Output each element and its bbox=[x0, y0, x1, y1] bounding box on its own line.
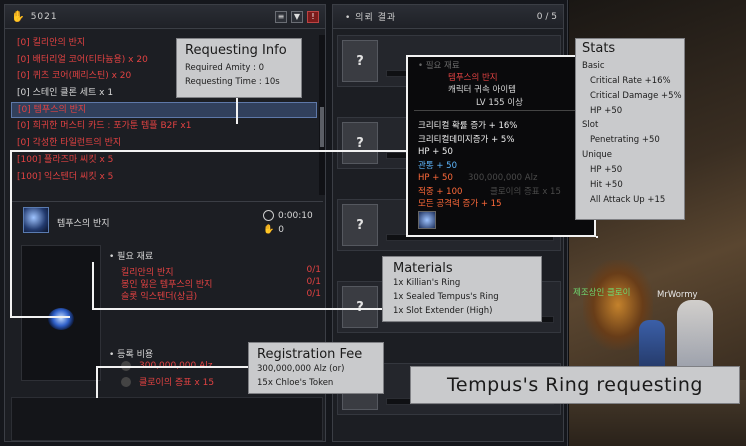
unknown-item-icon: ? bbox=[342, 204, 378, 246]
item-list-row[interactable]: [100] 플라즈마 씨킷 x 5 bbox=[11, 152, 317, 169]
register-bar[interactable] bbox=[11, 397, 323, 441]
requesting-info-amity: Required Amity : 0 bbox=[185, 63, 265, 73]
required-amity-value: 0 bbox=[278, 225, 284, 235]
requesting-info-time: Requesting Time : 10s bbox=[185, 77, 280, 87]
stats-line: Critical Rate +16% bbox=[590, 76, 671, 86]
connector-line bbox=[10, 150, 406, 152]
unknown-item-icon: ? bbox=[342, 40, 378, 82]
stats-line: Penetrating +50 bbox=[590, 135, 660, 145]
tooltip-unique-hp: HP + 50 bbox=[418, 173, 453, 183]
materials-callout: Materials 1x Killian's Ring 1x Sealed Te… bbox=[382, 256, 542, 322]
item-list-row[interactable]: [0] 템푸스의 반지 bbox=[11, 101, 317, 119]
tooltip-item-name: 템푸스의 반지 bbox=[448, 73, 498, 83]
item-list-scrollbar[interactable] bbox=[319, 35, 325, 195]
stats-callout: Stats Basic Critical Rate +16% Critical … bbox=[575, 38, 685, 220]
connector-line bbox=[92, 308, 382, 310]
stats-line: HP +50 bbox=[590, 165, 623, 175]
tooltip-stat-crit-rate: 크리티컬 확률 증가 + 16% bbox=[418, 121, 518, 131]
right-titlebar: • 의뢰 결과 0 / 5 bbox=[333, 5, 563, 29]
tooltip-slot-penetration: 관통 + 50 bbox=[418, 161, 457, 171]
connector-line bbox=[236, 96, 238, 124]
scrollbar-thumb[interactable] bbox=[320, 107, 324, 147]
requesting-info-title: Requesting Info bbox=[185, 43, 287, 58]
stats-line: Basic bbox=[582, 61, 605, 71]
materials-callout-title: Materials bbox=[393, 261, 453, 276]
results-title: • 의뢰 결과 bbox=[345, 13, 397, 23]
tooltip-faded-header: • 필요 재료 bbox=[418, 61, 460, 71]
requesting-info-callout: Requesting Info Required Amity : 0 Reque… bbox=[176, 38, 302, 98]
connector-line bbox=[596, 236, 598, 238]
materials-callout-line: 1x Sealed Tempus's Ring bbox=[393, 292, 499, 302]
materials-callout-line: 1x Killian's Ring bbox=[393, 278, 461, 288]
fee-line-token: 클로이의 증표 x 15 bbox=[121, 375, 214, 388]
handshake-icon: ✋ bbox=[263, 225, 275, 235]
tooltip-unique-attack: 모든 공격력 증가 + 15 bbox=[418, 199, 502, 209]
token-icon bbox=[121, 376, 131, 387]
tooltip-unique-hit: 적중 + 100 bbox=[418, 187, 463, 197]
connector-line bbox=[92, 262, 94, 310]
clock-icon bbox=[263, 210, 274, 221]
item-preview-box bbox=[21, 245, 101, 381]
title-banner: Tempus's Ring requesting bbox=[410, 366, 740, 404]
registration-fee-title: Registration Fee bbox=[257, 347, 363, 362]
stats-line: HP +50 bbox=[590, 106, 623, 116]
connector-line bbox=[404, 150, 406, 152]
unknown-item-icon: ? bbox=[342, 122, 378, 164]
item-list-row[interactable]: [100] 익스텐더 씨킷 x 5 bbox=[11, 169, 317, 186]
stats-line: Critical Damage +5% bbox=[590, 91, 682, 101]
ring-item-icon bbox=[23, 207, 49, 233]
stats-line: Slot bbox=[582, 120, 599, 130]
tooltip-faded-alz: 300,000,000 Alz bbox=[468, 173, 538, 183]
handshake-icon: ✋ bbox=[11, 10, 25, 23]
registration-fee-callout: Registration Fee 300,000,000 Alz (or) 15… bbox=[248, 342, 384, 394]
tooltip-bind-type: 캐릭터 귀속 아이템 bbox=[448, 85, 516, 95]
materials-title: • 필요 재료 bbox=[109, 252, 154, 262]
stats-line: Unique bbox=[582, 150, 612, 160]
materials-callout-line: 1x Slot Extender (High) bbox=[393, 306, 493, 316]
filter-button[interactable]: ▼ bbox=[291, 10, 303, 23]
tooltip-faded-token: 클로이의 증표 x 15 bbox=[490, 187, 561, 197]
npc-name: 제조상인 클로이 bbox=[573, 288, 631, 298]
connector-line bbox=[96, 366, 98, 398]
tooltip-stat-crit-dmg: 크리티컬데미지증가 + 5% bbox=[418, 135, 515, 145]
request-time-value: 0:00:10 bbox=[278, 210, 313, 221]
request-time: 0:00:10 bbox=[263, 210, 313, 221]
registration-fee-token: 15x Chloe's Token bbox=[257, 378, 334, 388]
connector-line bbox=[96, 366, 248, 368]
tooltip-level: LV 155 이상 bbox=[476, 98, 523, 108]
tooltip-ring-icon bbox=[418, 211, 436, 229]
results-count: 0 / 5 bbox=[536, 11, 557, 22]
stats-title: Stats bbox=[582, 41, 616, 56]
alert-button[interactable]: ! bbox=[307, 10, 319, 23]
left-titlebar: ✋ 5021 ≡ ▼ ! bbox=[5, 5, 325, 29]
connector-line bbox=[10, 150, 12, 318]
item-tooltip: • 필요 재료 템푸스의 반지 캐릭터 귀속 아이템 LV 155 이상 크리티… bbox=[406, 55, 596, 237]
stats-line: All Attack Up +15 bbox=[590, 195, 666, 205]
list-view-button[interactable]: ≡ bbox=[275, 10, 287, 23]
materials-section: • 필요 재료 킬리안의 반지 0/1 봉인 잃은 템푸스의 반지 0/1 슬롯 익… bbox=[105, 245, 325, 305]
detail-item-name: 템푸스의 반지 bbox=[57, 219, 110, 229]
registration-fee-alz: 300,000,000 Alz (or) bbox=[257, 364, 345, 374]
player-name: MrWormy bbox=[657, 290, 698, 300]
required-amity: ✋ 0 bbox=[263, 225, 284, 235]
ring-preview-icon bbox=[48, 308, 74, 330]
material-line: 슬롯 익스텐더(상급) 0/1 bbox=[121, 289, 321, 302]
fee-title: • 등록 비용 bbox=[109, 350, 154, 360]
connector-line bbox=[10, 316, 70, 318]
stats-line: Hit +50 bbox=[590, 180, 623, 190]
unknown-item-icon: ? bbox=[342, 286, 378, 328]
item-list-row[interactable]: [0] 희귀한 머스티 카드 : 포가툰 템플 B2F x1 bbox=[11, 118, 317, 135]
detail-header: 템푸스의 반지 0:00:10 ✋ 0 bbox=[11, 201, 323, 239]
window-code: 5021 bbox=[30, 11, 58, 22]
tooltip-stat-hp: HP + 50 bbox=[418, 147, 453, 157]
